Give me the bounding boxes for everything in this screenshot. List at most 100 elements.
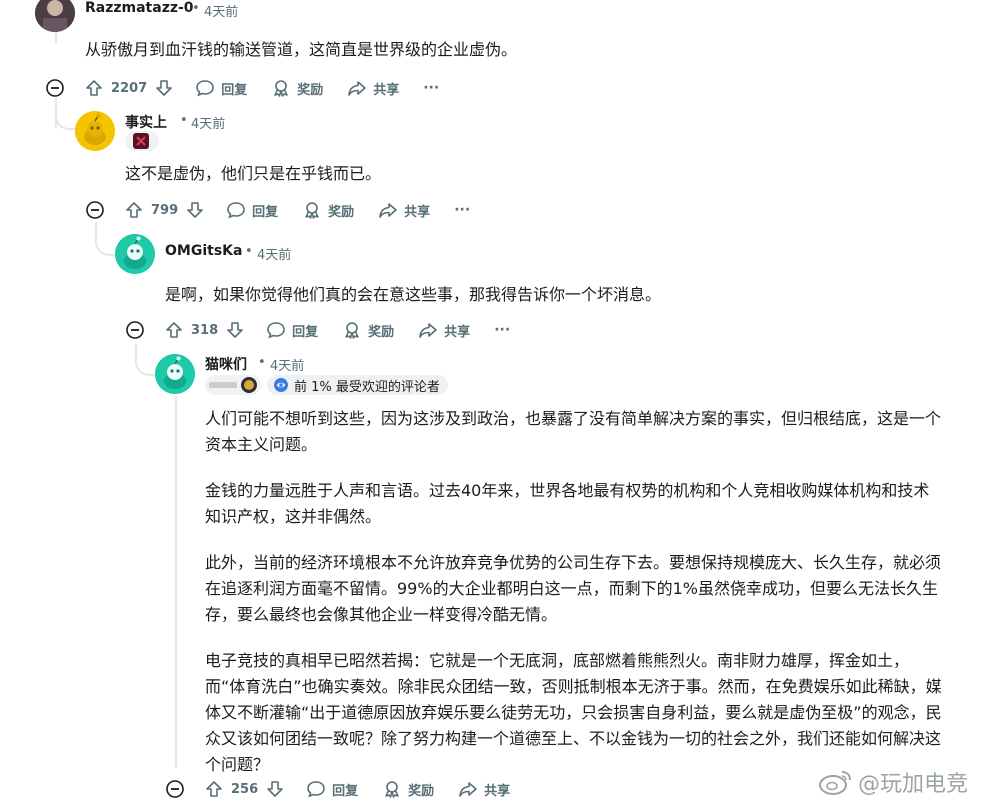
avatar[interactable] [75,111,115,151]
upvote-count: 2207 [111,80,148,96]
award-button[interactable]: 奖励 [342,321,394,340]
comment-author[interactable]: 猫咪们 [205,354,247,374]
collapse-icon[interactable] [166,780,184,798]
share-button[interactable]: 共享 [378,201,430,220]
upvote-icon[interactable] [85,79,103,97]
snoo-avatar-icon [115,234,155,274]
share-icon [348,81,367,96]
award-icon [274,80,288,97]
comment-paragraph: 此外，当前的经济环境根本不允许放弃竞争优势的公司生存下去。要想保持规模庞大、长久… [205,553,942,624]
share-label: 共享 [373,82,400,98]
comment-separator: • [245,244,253,259]
award-icon [345,322,359,339]
comment-actions: 256 回复 奖励 共享 [205,776,534,802]
comment-time[interactable]: 4天前 [257,244,291,263]
reply-label: 回复 [252,204,279,220]
comment-paragraph: 是啊，如果你觉得他们真的会在意这些事，那我得告诉你一个坏消息。 [165,285,662,304]
upvote-icon[interactable] [165,321,183,339]
reply-label: 回复 [332,783,359,799]
popular-commenter-icon [274,378,288,392]
share-button[interactable]: 共享 [347,79,399,98]
comment-time[interactable]: 4天前 [270,355,304,374]
award-label: 奖励 [328,204,355,220]
share-icon [459,782,477,797]
reply-button[interactable]: 回复 [226,201,278,220]
comment-author[interactable]: 事实上 [125,112,167,132]
reply-button[interactable]: 回复 [195,79,247,98]
comment-paragraph: 人们可能不想听到这些，因为这涉及到政治，也暴露了没有简单解决方案的事实，但归根结… [205,409,942,454]
watermark: @玩加电竞 [818,766,968,798]
share-icon [379,203,397,218]
avatar[interactable] [35,0,75,32]
weibo-icon [819,771,851,795]
comment-actions: 2207 回复 奖励 共享 ··· [85,75,463,101]
popular-commenter-badge: 前 1% 最受欢迎的评论者 [267,375,448,395]
award-icon [305,202,319,219]
thread-line-4 [175,396,177,768]
upvote-count: 256 [231,781,259,797]
reply-button[interactable]: 回复 [306,780,358,799]
comment-paragraph: 电子竞技的真相早已昭然若揭：它就是一个无底洞，底部燃着熊熊烈火。南非财力雄厚，挥… [205,651,942,774]
more-button[interactable]: ··· [494,322,510,338]
collapse-icon[interactable] [86,201,104,219]
thread-line-1b [55,98,57,128]
comment-paragraph: 这不是虚伪，他们只是在乎钱而已。 [125,164,382,183]
user-flair [125,131,159,151]
comment-author[interactable]: OMGitsKa [165,243,242,259]
vote-group: 318 [165,321,244,339]
award-label: 奖励 [297,82,324,98]
award-button[interactable]: 奖励 [382,780,434,799]
snoo-avatar-icon [75,111,115,151]
watermark-text: @玩加电竞 [858,772,969,797]
downvote-icon[interactable] [186,201,204,219]
comment-separator: • [192,1,200,16]
comment-icon [307,781,325,798]
comment-icon [227,202,245,219]
award-button[interactable]: 奖励 [302,201,354,220]
share-label: 共享 [484,783,511,799]
share-icon [419,323,437,338]
reply-label: 回复 [221,82,248,98]
thread-line-1 [55,32,57,44]
avatar[interactable] [155,354,195,394]
upvote-icon[interactable] [205,780,223,798]
collapse-icon[interactable] [126,321,144,339]
reply-button[interactable]: 回复 [266,321,318,340]
award-label: 奖励 [368,324,395,340]
share-label: 共享 [444,324,471,340]
upvote-icon[interactable] [125,201,143,219]
downvote-icon[interactable] [226,321,244,339]
reply-label: 回复 [292,324,319,340]
comment-time[interactable]: 4天前 [191,113,225,132]
more-button[interactable]: ··· [423,80,439,96]
share-button[interactable]: 共享 [418,321,470,340]
badge-label: 前 1% 最受欢迎的评论者 [294,379,440,395]
avatar[interactable] [115,234,155,274]
comment-body: 人们可能不想听到这些，因为这涉及到政治，也暴露了没有简单解决方案的事实，但归根结… [205,406,945,798]
comment-icon [267,322,285,339]
vote-group: 2207 [85,79,173,97]
vote-group: 256 [205,780,284,798]
thread-curve-3 [135,344,157,376]
share-button[interactable]: 共享 [458,780,510,799]
comment-time[interactable]: 4天前 [204,1,238,20]
comment-separator: • [180,113,188,128]
award-button[interactable]: 奖励 [271,79,323,98]
award-icon [385,781,399,798]
award-label: 奖励 [408,783,435,799]
comment-paragraph: 金钱的力量远胜于人声和言语。过去40年来，世界各地最有权势的机构和个人竞相收购媒… [205,481,930,526]
downvote-icon[interactable] [155,79,173,97]
comment-actions: 799 回复 奖励 共享 ··· [125,197,494,223]
thread-curve-2 [95,222,117,256]
downvote-icon[interactable] [266,780,284,798]
more-button[interactable]: ··· [454,202,470,218]
comment-paragraph: 从骄傲月到血汗钱的输送管道，这简直是世界级的企业虚伪。 [85,40,518,59]
collapse-icon[interactable] [46,79,64,97]
more-icon: ··· [494,322,511,338]
more-icon: ··· [423,80,440,96]
upvote-count: 318 [191,322,219,338]
comment-author[interactable]: Razzmatazz-0 [85,0,194,16]
vote-group: 799 [125,201,204,219]
more-icon: ··· [454,202,471,218]
comment-separator: • [258,355,266,370]
